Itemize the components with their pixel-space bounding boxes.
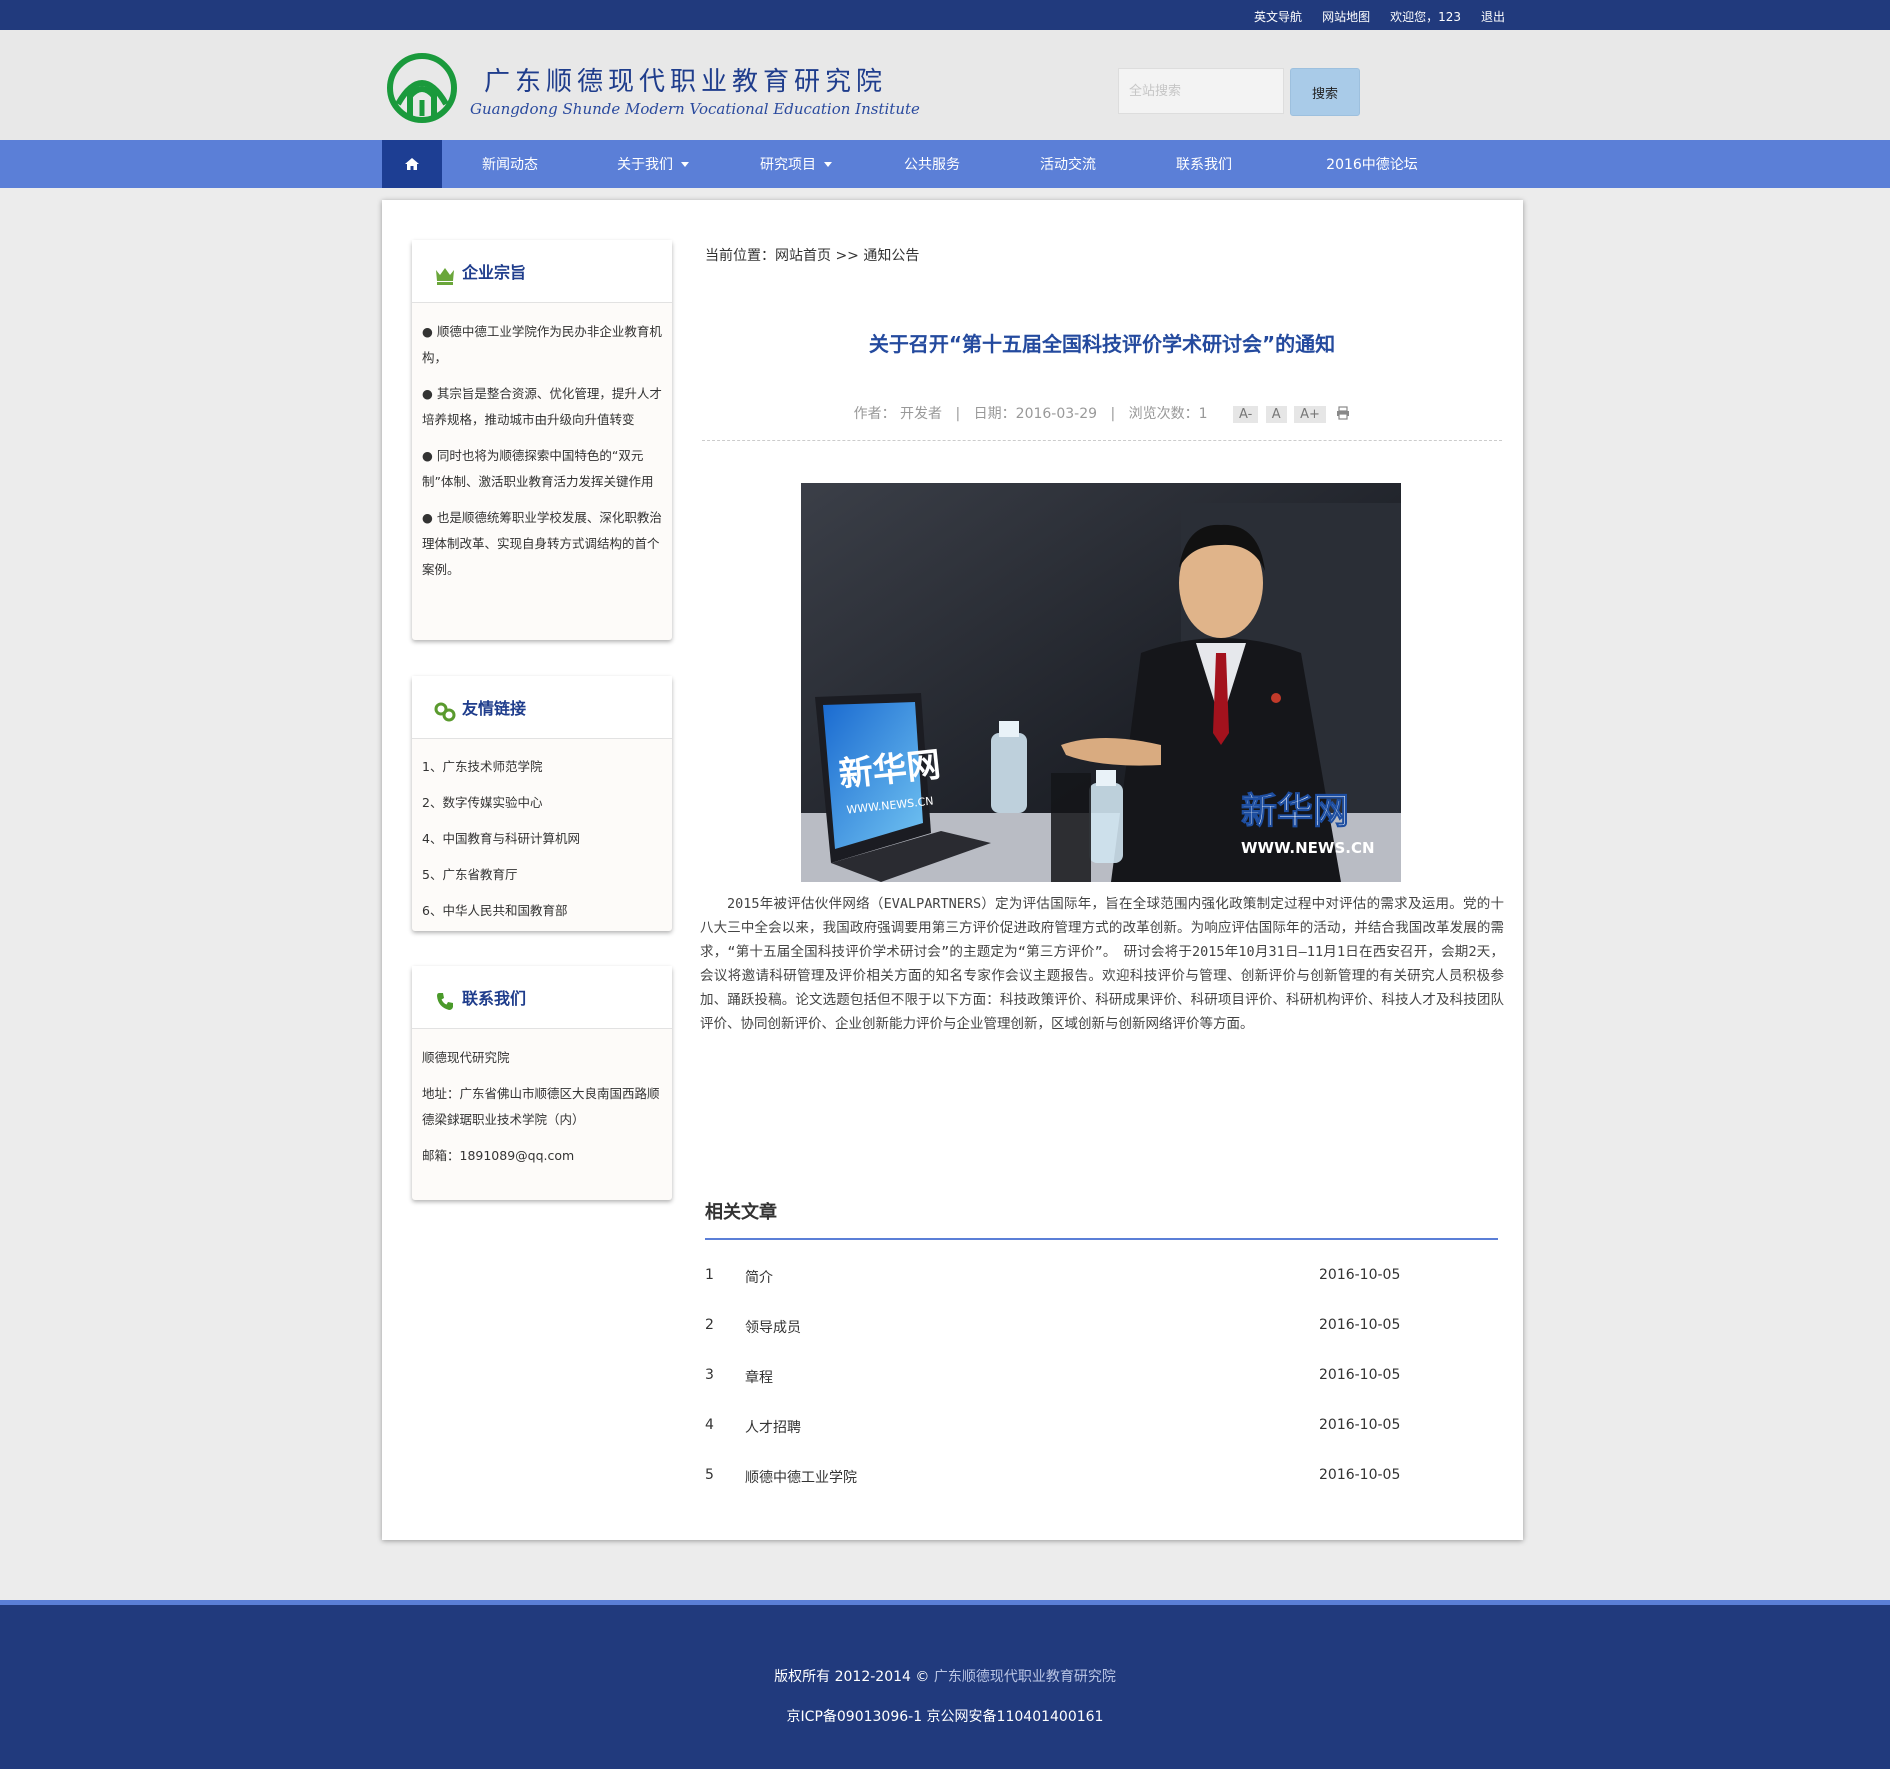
related-row: 2 领导成员 2016-10-05 — [705, 1317, 1401, 1337]
search-button[interactable]: 搜索 — [1290, 68, 1360, 116]
font-larger-button[interactable]: A+ — [1294, 406, 1326, 423]
article-views: 1 — [1198, 406, 1208, 422]
article-meta: 作者： 开发者 | 日期：2016-03-29 | 浏览次数：1 A- A A+ — [702, 403, 1502, 423]
nav-activities[interactable]: 活动交流 — [1000, 140, 1136, 188]
meta-divider — [702, 440, 1502, 441]
print-icon[interactable] — [1336, 406, 1350, 420]
friendly-links-title: 友情链接 — [462, 699, 527, 718]
chevron-down-icon — [681, 161, 689, 167]
friendly-links-box: 友情链接 1、广东技术师范学院 2、数字传媒实验中心 4、中国教育与科研计算机网… — [412, 676, 672, 931]
article-date: 2016-03-29 — [1015, 406, 1098, 422]
related-link[interactable]: 简介 — [745, 1267, 773, 1287]
related-link[interactable]: 章程 — [745, 1367, 773, 1387]
friendly-link[interactable]: 4、中国教育与科研计算机网 — [422, 821, 662, 857]
contact-title: 联系我们 — [462, 989, 527, 1008]
logout-link[interactable]: 退出 — [1481, 8, 1505, 25]
footer-icp: 京ICP备09013096-1 京公网安备110401400161 — [786, 1709, 1104, 1725]
photo-watermark: 新华网 — [1241, 791, 1349, 832]
related-link[interactable]: 顺德中德工业学院 — [745, 1467, 857, 1487]
friendly-link[interactable]: 6、中华人民共和国教育部 — [422, 893, 662, 929]
article-title: 关于召开“第十五届全国科技评价学术研讨会”的通知 — [868, 332, 1336, 356]
related-divider — [705, 1238, 1498, 1240]
top-bar: 英文导航 网站地图 欢迎您，123 退出 — [0, 0, 1890, 30]
mission-item: ● 同时也将为顺德探索中国特色的“双元制”体制、激活职业教育活力发挥关键作用 — [422, 448, 654, 489]
search-input[interactable] — [1118, 68, 1284, 114]
contact-address: 地址：广东省佛山市顺德区大良南国西路顺德梁銶琚职业技术学院（内） — [422, 1086, 660, 1127]
friendly-link[interactable]: 5、广东省教育厅 — [422, 857, 662, 893]
nav-research[interactable]: 研究项目 — [728, 140, 864, 188]
nav-forum-2016[interactable]: 2016中德论坛 — [1272, 140, 1472, 188]
welcome-user-link[interactable]: 欢迎您，123 — [1390, 8, 1461, 25]
friendly-link[interactable]: 1、广东技术师范学院 — [422, 749, 662, 785]
home-icon — [405, 158, 419, 170]
related-title: 相关文章 — [705, 1202, 777, 1223]
site-footer: 版权所有 2012-2014 © 广东顺德现代职业教育研究院 京ICP备0901… — [0, 1600, 1890, 1769]
crown-icon — [436, 268, 454, 285]
main-nav: 新闻动态 关于我们 研究项目 公共服务 活动交流 联系我们 2016中德论坛 — [0, 140, 1890, 188]
link-icon — [434, 702, 456, 722]
logo-english-name: Guangdong Shunde Modern Vocational Educa… — [470, 99, 920, 118]
mission-item: ● 也是顺德统筹职业学校发展、深化职教治理体制改革、实现自身转方式调结构的首个案… — [422, 510, 662, 577]
logo-chinese-name: 广东顺德现代职业教育研究院 — [484, 66, 888, 97]
article-photo-image: 新华网 WWW.NEWS.CN 新华网 WWW.NEWS.CN — [801, 483, 1401, 882]
sitemap-link[interactable]: 网站地图 — [1322, 8, 1370, 25]
english-nav-link[interactable]: 英文导航 — [1254, 8, 1302, 25]
nav-contact[interactable]: 联系我们 — [1136, 140, 1272, 188]
nav-about[interactable]: 关于我们 — [578, 140, 728, 188]
footer-copyright: 版权所有 2012-2014 © 广东顺德现代职业教育研究院 — [774, 1669, 1116, 1685]
related-link[interactable]: 领导成员 — [745, 1317, 801, 1337]
related-row: 5 顺德中德工业学院 2016-10-05 — [705, 1467, 1401, 1487]
breadcrumb-home-link[interactable]: 网站首页 — [775, 248, 831, 264]
mission-box: 企业宗旨 ● 顺德中德工业学院作为民办非企业教育机构， ● 其宗旨是整合资源、优… — [412, 240, 672, 640]
contact-email: 邮箱：1891089@qq.com — [422, 1148, 575, 1163]
content-panel: 企业宗旨 ● 顺德中德工业学院作为民办非企业教育机构， ● 其宗旨是整合资源、优… — [382, 200, 1523, 1540]
contact-org: 顺德现代研究院 — [422, 1050, 510, 1065]
nav-public-service[interactable]: 公共服务 — [864, 140, 1000, 188]
contact-box: 联系我们 顺德现代研究院 地址：广东省佛山市顺德区大良南国西路顺德梁銶琚职业技术… — [412, 966, 672, 1200]
related-row: 1 简介 2016-10-05 — [705, 1267, 1401, 1287]
article-photo: 新华网 WWW.NEWS.CN 新华网 WWW.NEWS.CN — [801, 483, 1401, 882]
article-body: 2015年被评估伙伴网络（EVALPARTNERS）定为评估国际年，旨在全球范围… — [700, 896, 1504, 1032]
site-logo[interactable]: 广东顺德现代职业教育研究院 Guangdong Shunde Modern Vo… — [386, 52, 920, 124]
phone-icon — [437, 993, 453, 1010]
related-row: 4 人才招聘 2016-10-05 — [705, 1417, 1401, 1437]
footer-org-link[interactable]: 广东顺德现代职业教育研究院 — [934, 1669, 1116, 1685]
nav-home[interactable] — [382, 140, 442, 188]
mission-item: ● 其宗旨是整合资源、优化管理，提升人才培养规格，推动城市由升级向升值转变 — [422, 386, 662, 427]
search-form: 搜索 — [1118, 68, 1360, 116]
article-author: 开发者 — [900, 406, 943, 422]
mission-title: 企业宗旨 — [462, 263, 527, 282]
font-normal-button[interactable]: A — [1265, 406, 1287, 423]
photo-watermark-url: WWW.NEWS.CN — [1241, 839, 1375, 857]
nav-news[interactable]: 新闻动态 — [442, 140, 578, 188]
site-header: 广东顺德现代职业教育研究院 Guangdong Shunde Modern Vo… — [0, 30, 1890, 140]
mission-item: ● 顺德中德工业学院作为民办非企业教育机构， — [422, 324, 662, 365]
breadcrumb: 当前位置：网站首页 >> 通知公告 — [705, 248, 920, 264]
logo-emblem-icon — [387, 53, 457, 123]
friendly-link[interactable]: 2、数字传媒实验中心 — [422, 785, 662, 821]
chevron-down-icon — [824, 161, 832, 167]
related-link[interactable]: 人才招聘 — [745, 1417, 801, 1437]
related-row: 3 章程 2016-10-05 — [705, 1367, 1401, 1387]
font-smaller-button[interactable]: A- — [1233, 406, 1259, 423]
breadcrumb-current[interactable]: 通知公告 — [863, 248, 919, 264]
